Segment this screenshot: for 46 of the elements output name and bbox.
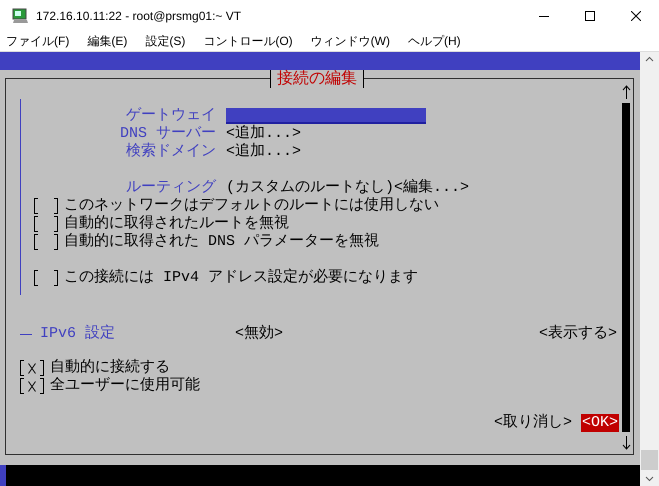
checkbox-label: 自動的に取得された DNS パラメーターを無視 [64, 233, 380, 251]
cross-mark-icon [28, 362, 36, 374]
window-scrollbar[interactable] [640, 52, 659, 486]
cross-mark-icon [28, 380, 36, 392]
add-link[interactable]: <追加...> [226, 125, 302, 143]
field-label: ゲートウェイ [125, 107, 216, 125]
scroll-down-arrow-icon[interactable] [622, 436, 630, 450]
checkbox[interactable] [20, 360, 44, 376]
menu-item[interactable]: 設定(S) [141, 33, 190, 50]
checkbox-label: 全ユーザーに使用可能 [50, 377, 200, 395]
checkbox[interactable] [34, 270, 58, 286]
dialog-button[interactable]: <OK> [580, 414, 619, 432]
routing-value: (カスタムのルートなし) [226, 179, 394, 197]
window-title: 172.16.10.11:22 - root@prsmg01:~ VT [36, 9, 242, 23]
scroll-down-icon[interactable] [645, 476, 654, 482]
menu-item[interactable]: コントロール(O) [199, 33, 297, 50]
menu-item[interactable]: ウィンドウ(W) [306, 33, 394, 50]
scroll-up-arrow-icon[interactable] [622, 85, 630, 99]
dialog-button[interactable]: <取り消し> [492, 414, 573, 432]
checkbox-label: 自動的に接続する [50, 359, 170, 377]
checkbox[interactable] [34, 216, 58, 232]
cursor-block [0, 465, 6, 486]
ipv6-mode-dropdown[interactable]: <無効> [235, 325, 539, 343]
checkbox-label: この接続には IPv4 アドレス設定が必要になります [64, 269, 418, 287]
show-link[interactable]: <表示する> [538, 325, 617, 343]
checkbox[interactable] [34, 234, 58, 250]
scroll-up-icon[interactable] [645, 56, 654, 62]
scrollbar-thumb[interactable] [641, 450, 658, 470]
maximize-icon [585, 11, 595, 21]
section-label: IPv6 設定 [40, 325, 116, 343]
edit-link[interactable]: <編集...> [394, 179, 470, 197]
field-label: DNS サーバー [118, 125, 216, 142]
checkbox-label: 自動的に取得されたルートを無視 [64, 215, 289, 233]
terminal-app-icon [12, 8, 28, 24]
dialog-title: 接続の編集 [270, 70, 364, 88]
menu-item[interactable]: 編集(E) [83, 33, 132, 50]
field-label: ルーティング [125, 179, 216, 197]
menu-item[interactable]: ファイル(F) [2, 33, 74, 50]
add-link[interactable]: <追加...> [226, 143, 302, 161]
close-icon [631, 11, 641, 21]
gateway-input-field[interactable] [226, 108, 426, 124]
field-label: 検索ドメイン [125, 143, 216, 161]
checkbox[interactable] [34, 198, 58, 214]
checkbox[interactable] [20, 378, 44, 394]
menu-item[interactable]: ヘルプ(H) [404, 33, 465, 50]
checkbox-label: このネットワークはデフォルトのルートには使用しない [64, 197, 439, 214]
